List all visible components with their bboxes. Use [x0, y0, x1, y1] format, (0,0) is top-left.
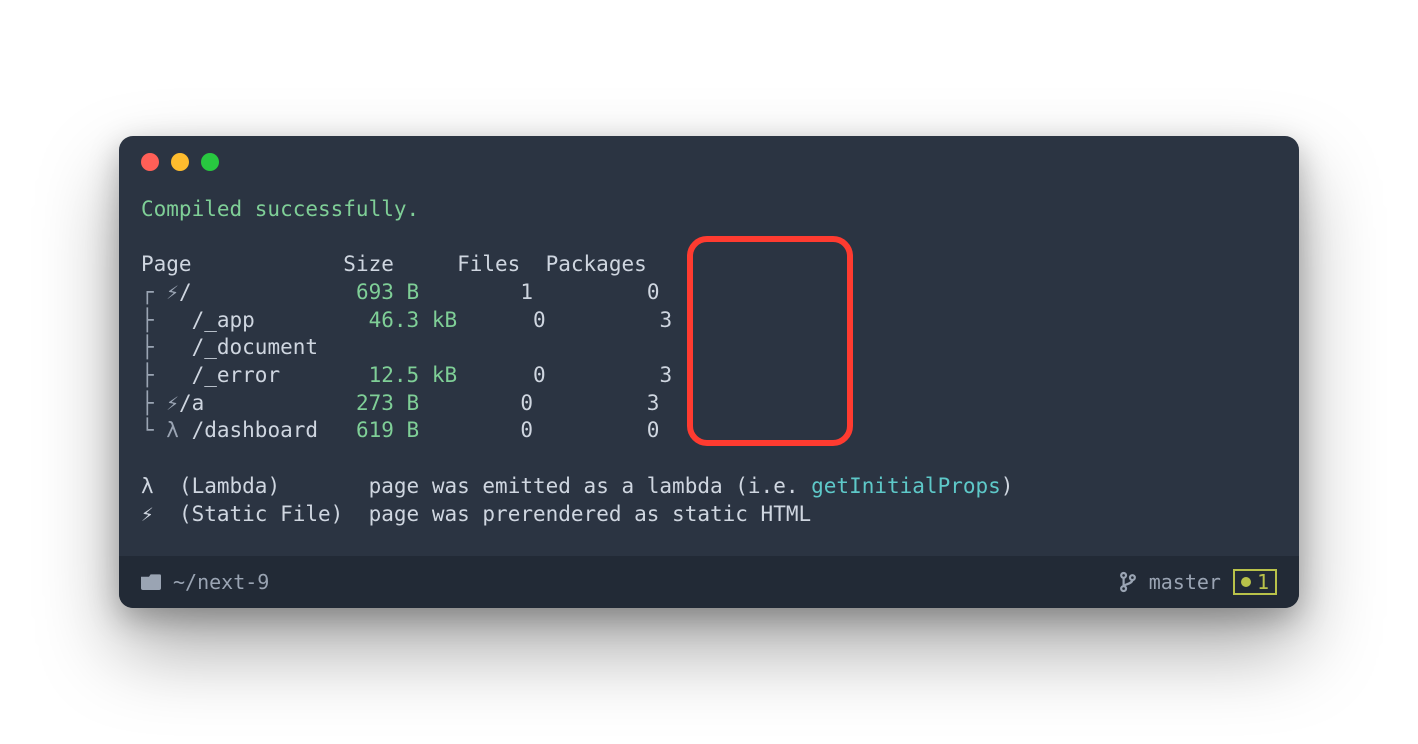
close-icon[interactable] [141, 153, 159, 171]
col-page: Page [141, 252, 192, 276]
compile-status: Compiled successfully. [141, 197, 419, 221]
col-size: Size [343, 252, 394, 276]
git-sync-count: 1 [1257, 570, 1269, 594]
git-branch-icon [1119, 571, 1137, 593]
sync-dot-icon [1241, 577, 1251, 587]
zoom-icon[interactable] [201, 153, 219, 171]
terminal-output: Compiled successfully. Page Size Files P… [141, 196, 1277, 529]
cwd-path: ~/next-9 [173, 570, 269, 594]
col-files: Files [457, 252, 520, 276]
col-packages: Packages [546, 252, 647, 276]
table-row: ├ /_app 46.3 kB 0 3 [141, 308, 672, 332]
git-sync-badge[interactable]: 1 [1233, 569, 1277, 595]
table-row: ┌ ⚡/ 693 B 1 0 [141, 280, 659, 304]
terminal-body: Compiled successfully. Page Size Files P… [119, 188, 1299, 557]
status-bar: ~/next-9 master 1 [119, 556, 1299, 608]
table-row: ├ ⚡/a 273 B 0 3 [141, 391, 659, 415]
table-row: └ λ /dashboard 619 B 0 0 [141, 418, 659, 442]
minimize-icon[interactable] [171, 153, 189, 171]
window-titlebar [119, 136, 1299, 188]
legend-lambda: λ (Lambda) page was emitted as a lambda … [141, 474, 1013, 498]
legend-static: ⚡ (Static File) page was prerendered as … [141, 502, 811, 526]
terminal-window: Compiled successfully. Page Size Files P… [119, 136, 1299, 609]
git-branch-name: master [1149, 570, 1221, 594]
folder-icon [141, 574, 161, 590]
table-row: ├ /_error 12.5 kB 0 3 [141, 363, 672, 387]
table-row: ├ /_document [141, 335, 318, 359]
